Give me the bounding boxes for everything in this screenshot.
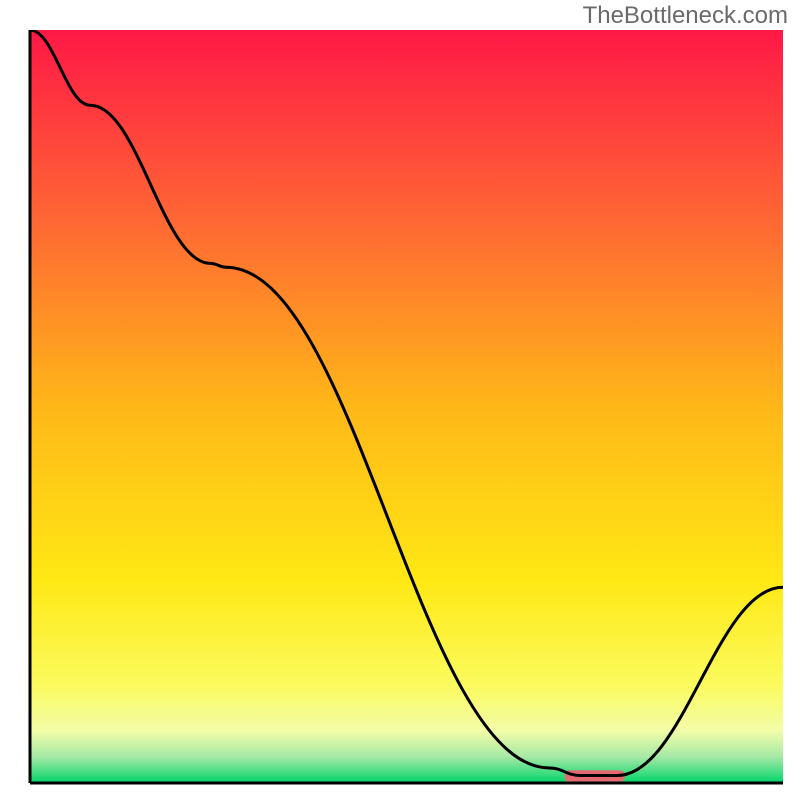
watermark-label: TheBottleneck.com (583, 2, 788, 30)
plot-background (30, 30, 783, 783)
bottleneck-chart: TheBottleneck.com (0, 0, 800, 800)
chart-svg (0, 0, 800, 800)
